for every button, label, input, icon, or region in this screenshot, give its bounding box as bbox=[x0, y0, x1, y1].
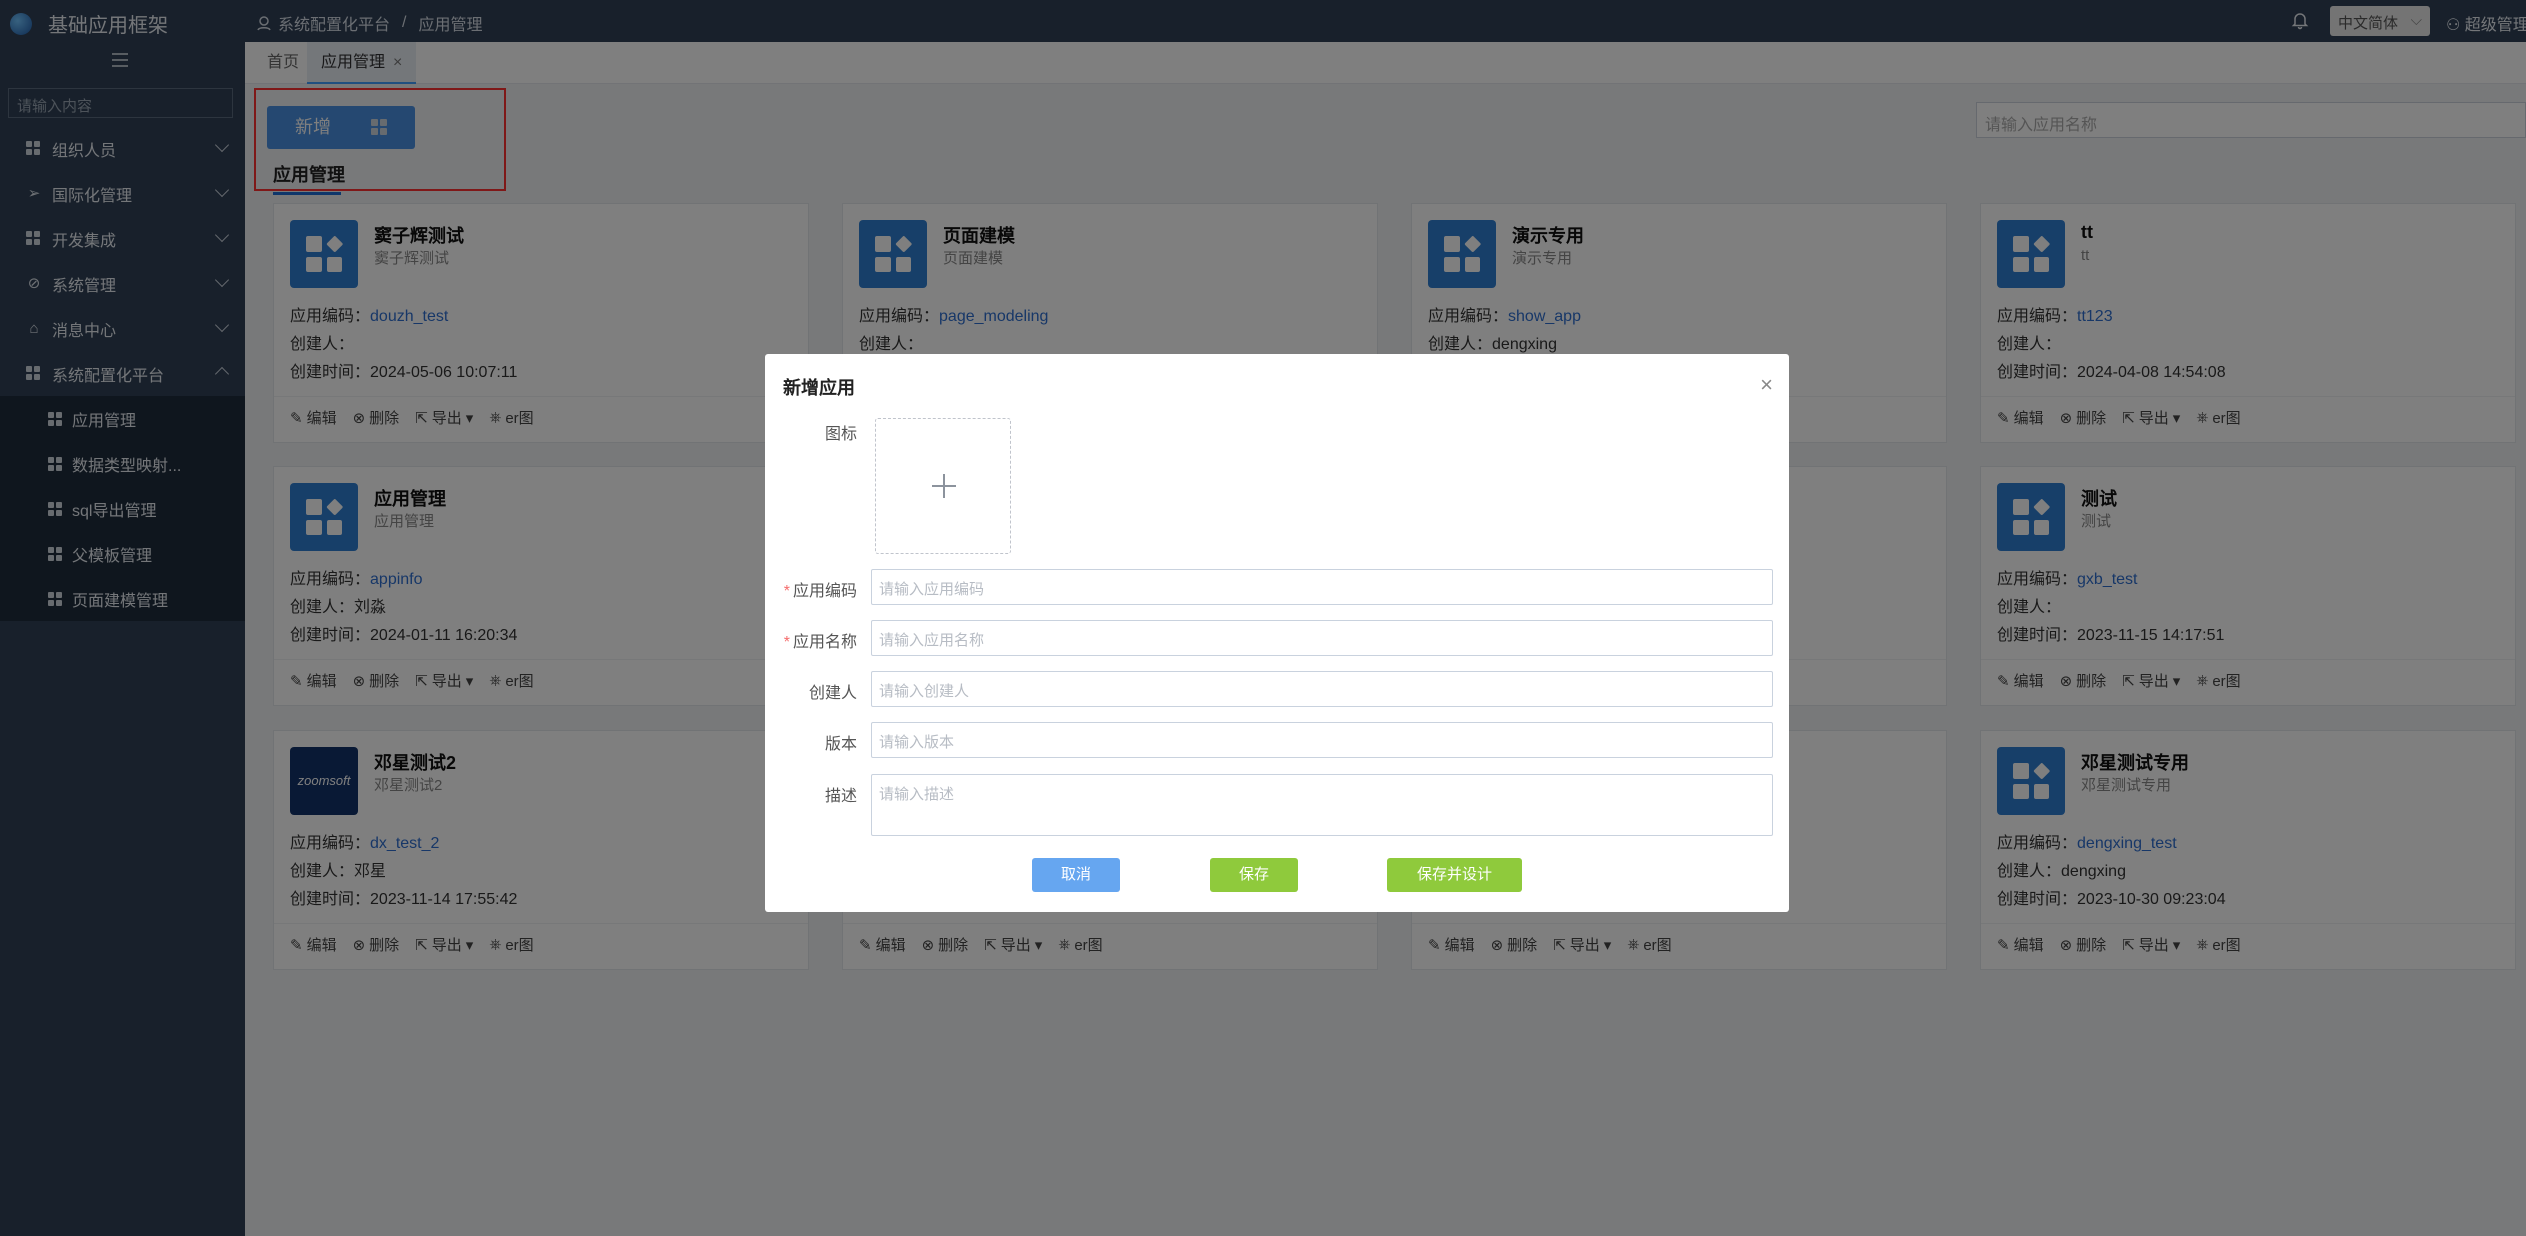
description-textarea[interactable]: 请输入描述 bbox=[871, 774, 1773, 836]
version-label: 版本 bbox=[824, 736, 857, 753]
cancel-button[interactable]: 取消 bbox=[1032, 858, 1120, 892]
close-icon[interactable]: × bbox=[1760, 372, 1773, 398]
code-label: 应用编码 bbox=[737, 577, 857, 601]
desc-label: 描述 bbox=[824, 788, 857, 805]
dialog-title: 新增应用 bbox=[783, 378, 855, 398]
creator-input[interactable]: 请输入创建人 bbox=[871, 671, 1773, 707]
icon-upload[interactable] bbox=[875, 418, 1011, 554]
save-button[interactable]: 保存 bbox=[1210, 858, 1298, 892]
creator-label: 创建人 bbox=[808, 685, 857, 702]
name-label-text: 应用名称 bbox=[792, 634, 857, 651]
save-and-design-button[interactable]: 保存并设计 bbox=[1387, 858, 1522, 892]
name-label: 应用名称 bbox=[737, 628, 857, 652]
app-name-input[interactable]: 请输入应用名称 bbox=[871, 620, 1773, 656]
code-label-text: 应用编码 bbox=[792, 583, 857, 600]
version-input[interactable]: 请输入版本 bbox=[871, 722, 1773, 758]
icon-label: 图标 bbox=[824, 426, 857, 443]
add-app-dialog: 新增应用 × 图标 应用编码 请输入应用编码 应用名称 请输入应用名称 创建人 … bbox=[765, 354, 1789, 912]
app-code-input[interactable]: 请输入应用编码 bbox=[871, 569, 1773, 605]
